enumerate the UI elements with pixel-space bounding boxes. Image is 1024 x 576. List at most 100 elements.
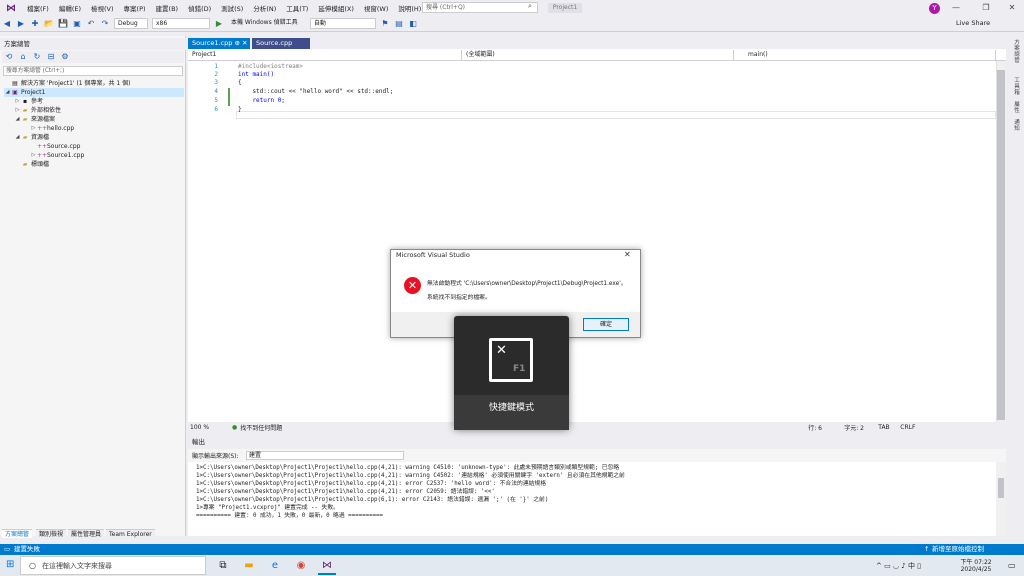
tree-item-external-deps[interactable]: ▷ ▰ 外部相依性 [14, 106, 61, 115]
tree-item-resource-files[interactable]: ◢ ▰ 資源檔 [14, 133, 49, 142]
menu-file[interactable]: 檔案(F) [22, 3, 54, 13]
edge-icon[interactable]: e [266, 557, 284, 575]
menu-view[interactable]: 檢視(V) [86, 3, 119, 13]
tray-icons[interactable]: ^ ▭ ◡ ♪ 中 ▯ [876, 561, 921, 571]
status-bar: ▭ 建置失敗 ↑ 新增至原始檔控制 [0, 544, 1024, 555]
right-tab-properties[interactable]: 屬性 [1012, 102, 1022, 114]
tree-item-solution[interactable]: ▤ 解決方案 'Project1' (1 個專案，共 1 個) [4, 79, 131, 88]
editor-scrollbar-thumb[interactable] [997, 70, 1005, 420]
source-control-button[interactable]: 新增至原始檔控制 [932, 544, 984, 555]
maximize-icon[interactable]: ❐ [976, 0, 996, 16]
menu-build[interactable]: 建置(B) [151, 3, 184, 13]
notification-icon[interactable]: ▭ [1008, 561, 1016, 570]
expander-icon[interactable]: ▷ [30, 124, 37, 133]
menu-debug[interactable]: 偵錯(D) [183, 3, 216, 13]
visual-studio-task-icon[interactable]: ⋈ [318, 557, 336, 575]
tree-item-label: Source.cpp [47, 143, 81, 150]
dialog-close-icon[interactable]: ✕ [624, 250, 631, 259]
windows-start-icon[interactable]: ⊞ [6, 559, 14, 570]
auto-select[interactable]: 自動 [310, 18, 376, 29]
project-icon: ▣ [12, 89, 18, 96]
tree-item-label: 解決方案 'Project1' (1 個專案，共 1 個) [21, 80, 131, 87]
toolbar-breakpoint-icon[interactable]: ◧ [407, 18, 419, 30]
taskbar-search[interactable]: ○ 在這裡輸入文字來搜尋 [20, 556, 206, 575]
close-icon[interactable]: ✕ [1002, 0, 1022, 16]
collapse-icon[interactable]: ⊟ [45, 51, 57, 63]
forward-icon[interactable]: ▶ [15, 18, 27, 30]
tree-item-project[interactable]: ◢ ▣ Project1 [4, 88, 46, 97]
code-line: #include<iostream> [238, 63, 304, 70]
output-scrollbar[interactable] [996, 462, 1006, 536]
undo-icon[interactable]: ↶ [85, 18, 97, 30]
expander-icon[interactable]: ▷ [14, 106, 21, 115]
solution-search-input[interactable]: 搜尋方案總管 (Ctrl+;) [3, 66, 183, 76]
tree-item-label: Source1.cpp [47, 152, 85, 159]
config-select[interactable]: Debug [114, 18, 148, 29]
pin-icon[interactable]: ⊕ ✕ [234, 39, 247, 47]
platform-select[interactable]: x86 [152, 18, 210, 29]
save-icon[interactable]: 💾 [57, 18, 69, 30]
scope-nav-select[interactable]: (全域範圍) [462, 49, 734, 60]
tree-item-label: hello.cpp [47, 125, 75, 132]
menu-tools[interactable]: 工具(T) [281, 3, 313, 13]
toolbar-misc-icon[interactable]: ⚑ [379, 18, 391, 30]
live-share-button[interactable]: Live Share [956, 19, 990, 27]
back-icon[interactable]: ◀ [1, 18, 13, 30]
tree-item-hello-cpp[interactable]: ▷ ++ hello.cpp [30, 124, 75, 133]
menu-window[interactable]: 視窗(W) [359, 3, 394, 13]
ok-button[interactable]: 確定 [583, 318, 629, 331]
file-explorer-icon[interactable]: ▬ [240, 557, 258, 575]
right-tab-notifications[interactable]: 通知 [1012, 120, 1022, 132]
tab-source1-cpp[interactable]: Source1.cpp ⊕ ✕ [188, 38, 250, 49]
home-icon[interactable]: ⌂ [17, 51, 29, 63]
menu-extensions[interactable]: 延伸模組(X) [313, 3, 359, 13]
tab-solution-explorer[interactable]: 方案總管 [2, 529, 33, 538]
right-tab-toolbox[interactable]: 工具箱 [1012, 78, 1022, 96]
menu-project[interactable]: 專案(P) [119, 3, 151, 13]
tree-item-source-cpp[interactable]: ++ Source.cpp [30, 142, 80, 151]
avatar[interactable]: Y [929, 3, 940, 14]
tab-source-cpp[interactable]: Source.cpp [252, 38, 310, 49]
expander-icon[interactable]: ◢ [14, 133, 21, 142]
new-project-icon[interactable]: ✚ [29, 18, 41, 30]
redo-icon[interactable]: ↷ [99, 18, 111, 30]
quick-search-input[interactable]: 搜尋 (Ctrl+Q) [422, 2, 538, 13]
right-tab-solution-explorer[interactable]: 方案總管 [1012, 40, 1022, 64]
refresh-icon[interactable]: ↻ [31, 51, 43, 63]
task-view-icon[interactable]: ⧉ [214, 557, 232, 575]
tree-item-references[interactable]: ▷ ▪ 參考 [14, 97, 43, 106]
debugger-button[interactable]: 本機 Windows 偵錯工具 [228, 18, 306, 29]
expander-icon[interactable]: ◢ [14, 115, 21, 124]
menu-analyze[interactable]: 分析(N) [248, 3, 281, 13]
toolbar-camera-icon[interactable]: ▤ [393, 18, 405, 30]
expander-icon[interactable]: ▷ [14, 97, 21, 106]
tree-item-label: 來源檔案 [31, 116, 56, 123]
clock-date: 2020/4/25 [960, 566, 992, 573]
zoom-select[interactable]: 100 % [188, 424, 220, 431]
tab-class-view[interactable]: 類別檢視 [36, 529, 67, 538]
start-debug-icon[interactable]: ▶ [213, 18, 225, 30]
output-scrollbar-thumb[interactable] [998, 478, 1004, 498]
tab-property-manager[interactable]: 屬性管理員 [68, 529, 105, 538]
chrome-icon[interactable]: ◉ [292, 557, 310, 575]
tree-item-source-files[interactable]: ◢ ▰ 來源檔案 [14, 115, 55, 124]
open-icon[interactable]: 📂 [43, 18, 55, 30]
menu-test[interactable]: 測試(S) [216, 3, 248, 13]
project-nav-select[interactable]: Project1 [188, 49, 462, 60]
eol-indicator[interactable]: CRLF [900, 424, 920, 431]
minimize-icon[interactable]: — [946, 0, 966, 16]
status-icon: ▭ [4, 545, 11, 553]
tab-team-explorer[interactable]: Team Explorer [106, 529, 155, 538]
menu-edit[interactable]: 編輯(E) [54, 3, 86, 13]
save-all-icon[interactable]: ▣ [71, 18, 83, 30]
expander-icon[interactable]: ▷ [30, 151, 37, 160]
tree-item-source1-cpp[interactable]: ▷ ++ Source1.cpp [30, 151, 85, 160]
properties-icon[interactable]: ⚙ [59, 51, 71, 63]
tab-indicator[interactable]: TAB [878, 424, 900, 431]
output-source-select[interactable]: 建置 [246, 451, 404, 460]
expander-icon[interactable]: ◢ [4, 88, 11, 97]
clock[interactable]: 下午 07:22 2020/4/25 [958, 557, 994, 573]
tree-item-header-files[interactable]: ▰ 標頭檔 [14, 160, 49, 169]
sync-icon[interactable]: ⟲ [3, 51, 15, 63]
member-nav-select[interactable]: main() [734, 49, 996, 60]
